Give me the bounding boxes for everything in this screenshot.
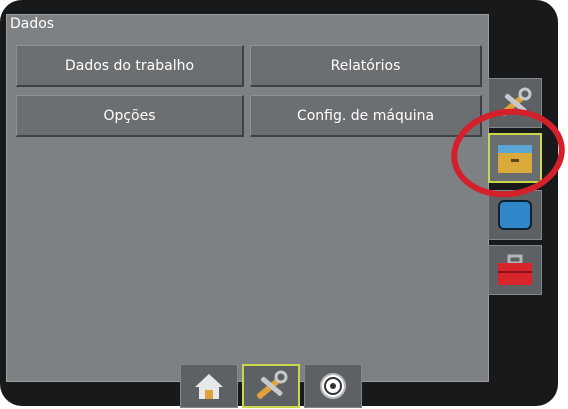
side-tab-toolbox[interactable] bbox=[488, 245, 542, 295]
home-icon bbox=[195, 374, 223, 399]
console-icon bbox=[498, 200, 532, 230]
gauge-icon bbox=[320, 373, 346, 399]
options-button[interactable]: Opções bbox=[16, 95, 244, 137]
panel-title: Dados bbox=[10, 16, 55, 32]
data-panel: Dados Dados do trabalho Relatórios Opçõe… bbox=[6, 14, 489, 382]
job-data-button[interactable]: Dados do trabalho bbox=[16, 45, 244, 87]
bottom-nav bbox=[180, 364, 368, 408]
bottom-tab-gauge[interactable] bbox=[304, 364, 362, 408]
tools-icon bbox=[256, 370, 288, 399]
toolbox-icon bbox=[498, 254, 532, 285]
side-tab-console[interactable] bbox=[488, 190, 542, 240]
bottom-tab-tools[interactable] bbox=[242, 364, 300, 408]
device-frame: Dados Dados do trabalho Relatórios Opçõe… bbox=[0, 0, 568, 408]
bottom-tab-home[interactable] bbox=[180, 364, 238, 408]
reports-button[interactable]: Relatórios bbox=[250, 45, 482, 87]
machine-config-button[interactable]: Config. de máquina bbox=[250, 95, 482, 137]
